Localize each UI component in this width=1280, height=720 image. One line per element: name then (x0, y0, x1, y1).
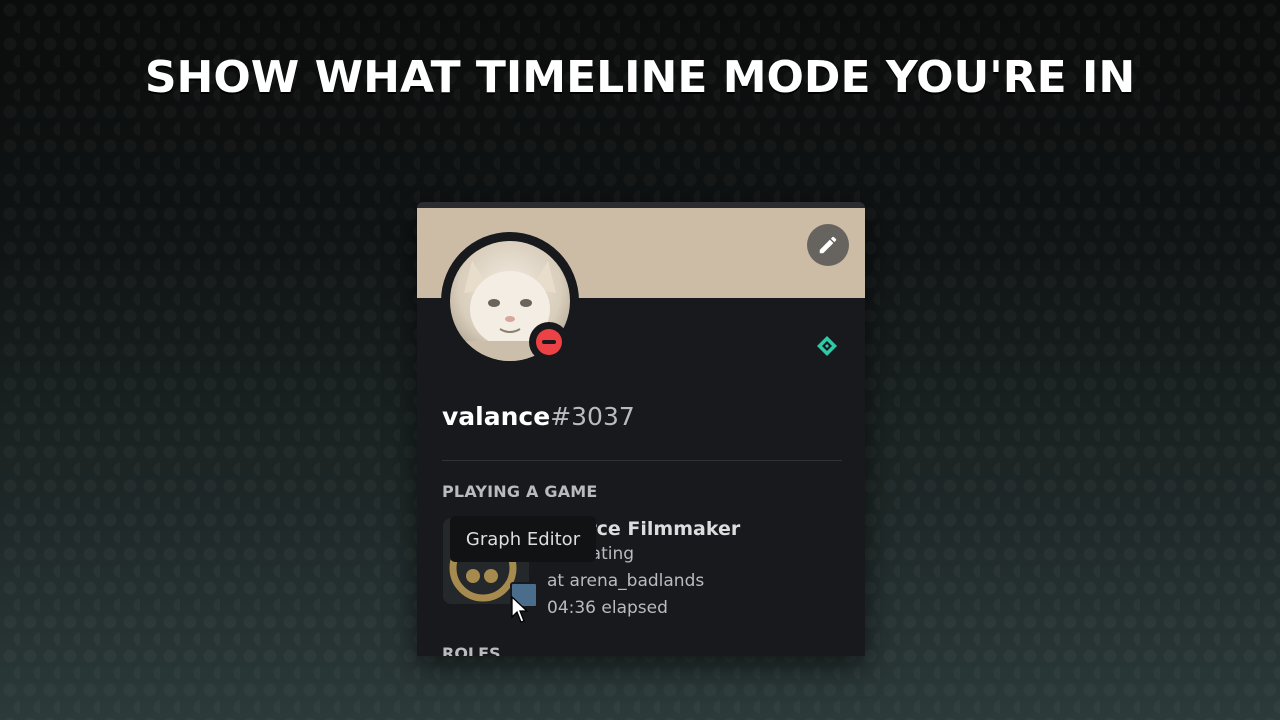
dnd-status-icon (536, 329, 562, 355)
activity-elapsed: 04:36 elapsed (547, 598, 668, 618)
activity-state-line: at arena_badlands (547, 571, 705, 591)
pencil-icon (819, 236, 837, 254)
nitro-badge-icon[interactable] (815, 334, 839, 358)
tooltip: Graph Editor (450, 516, 596, 562)
username-name: valance (442, 402, 551, 431)
username-discriminator: #3037 (550, 402, 635, 431)
divider (442, 460, 842, 461)
activity-section-title: PLAYING A GAME (442, 482, 598, 501)
username[interactable]: valance#3037 (442, 402, 635, 431)
headline: SHOW WHAT TIMELINE MODE YOU'RE IN (144, 52, 1136, 103)
edit-profile-button[interactable] (807, 224, 849, 266)
user-profile-popout: valance#3037 PLAYING A GAME Source Filmm… (417, 202, 865, 656)
mouse-cursor-icon (511, 596, 529, 623)
status-indicator (529, 322, 569, 362)
roles-section-title: ROLES (442, 644, 501, 656)
